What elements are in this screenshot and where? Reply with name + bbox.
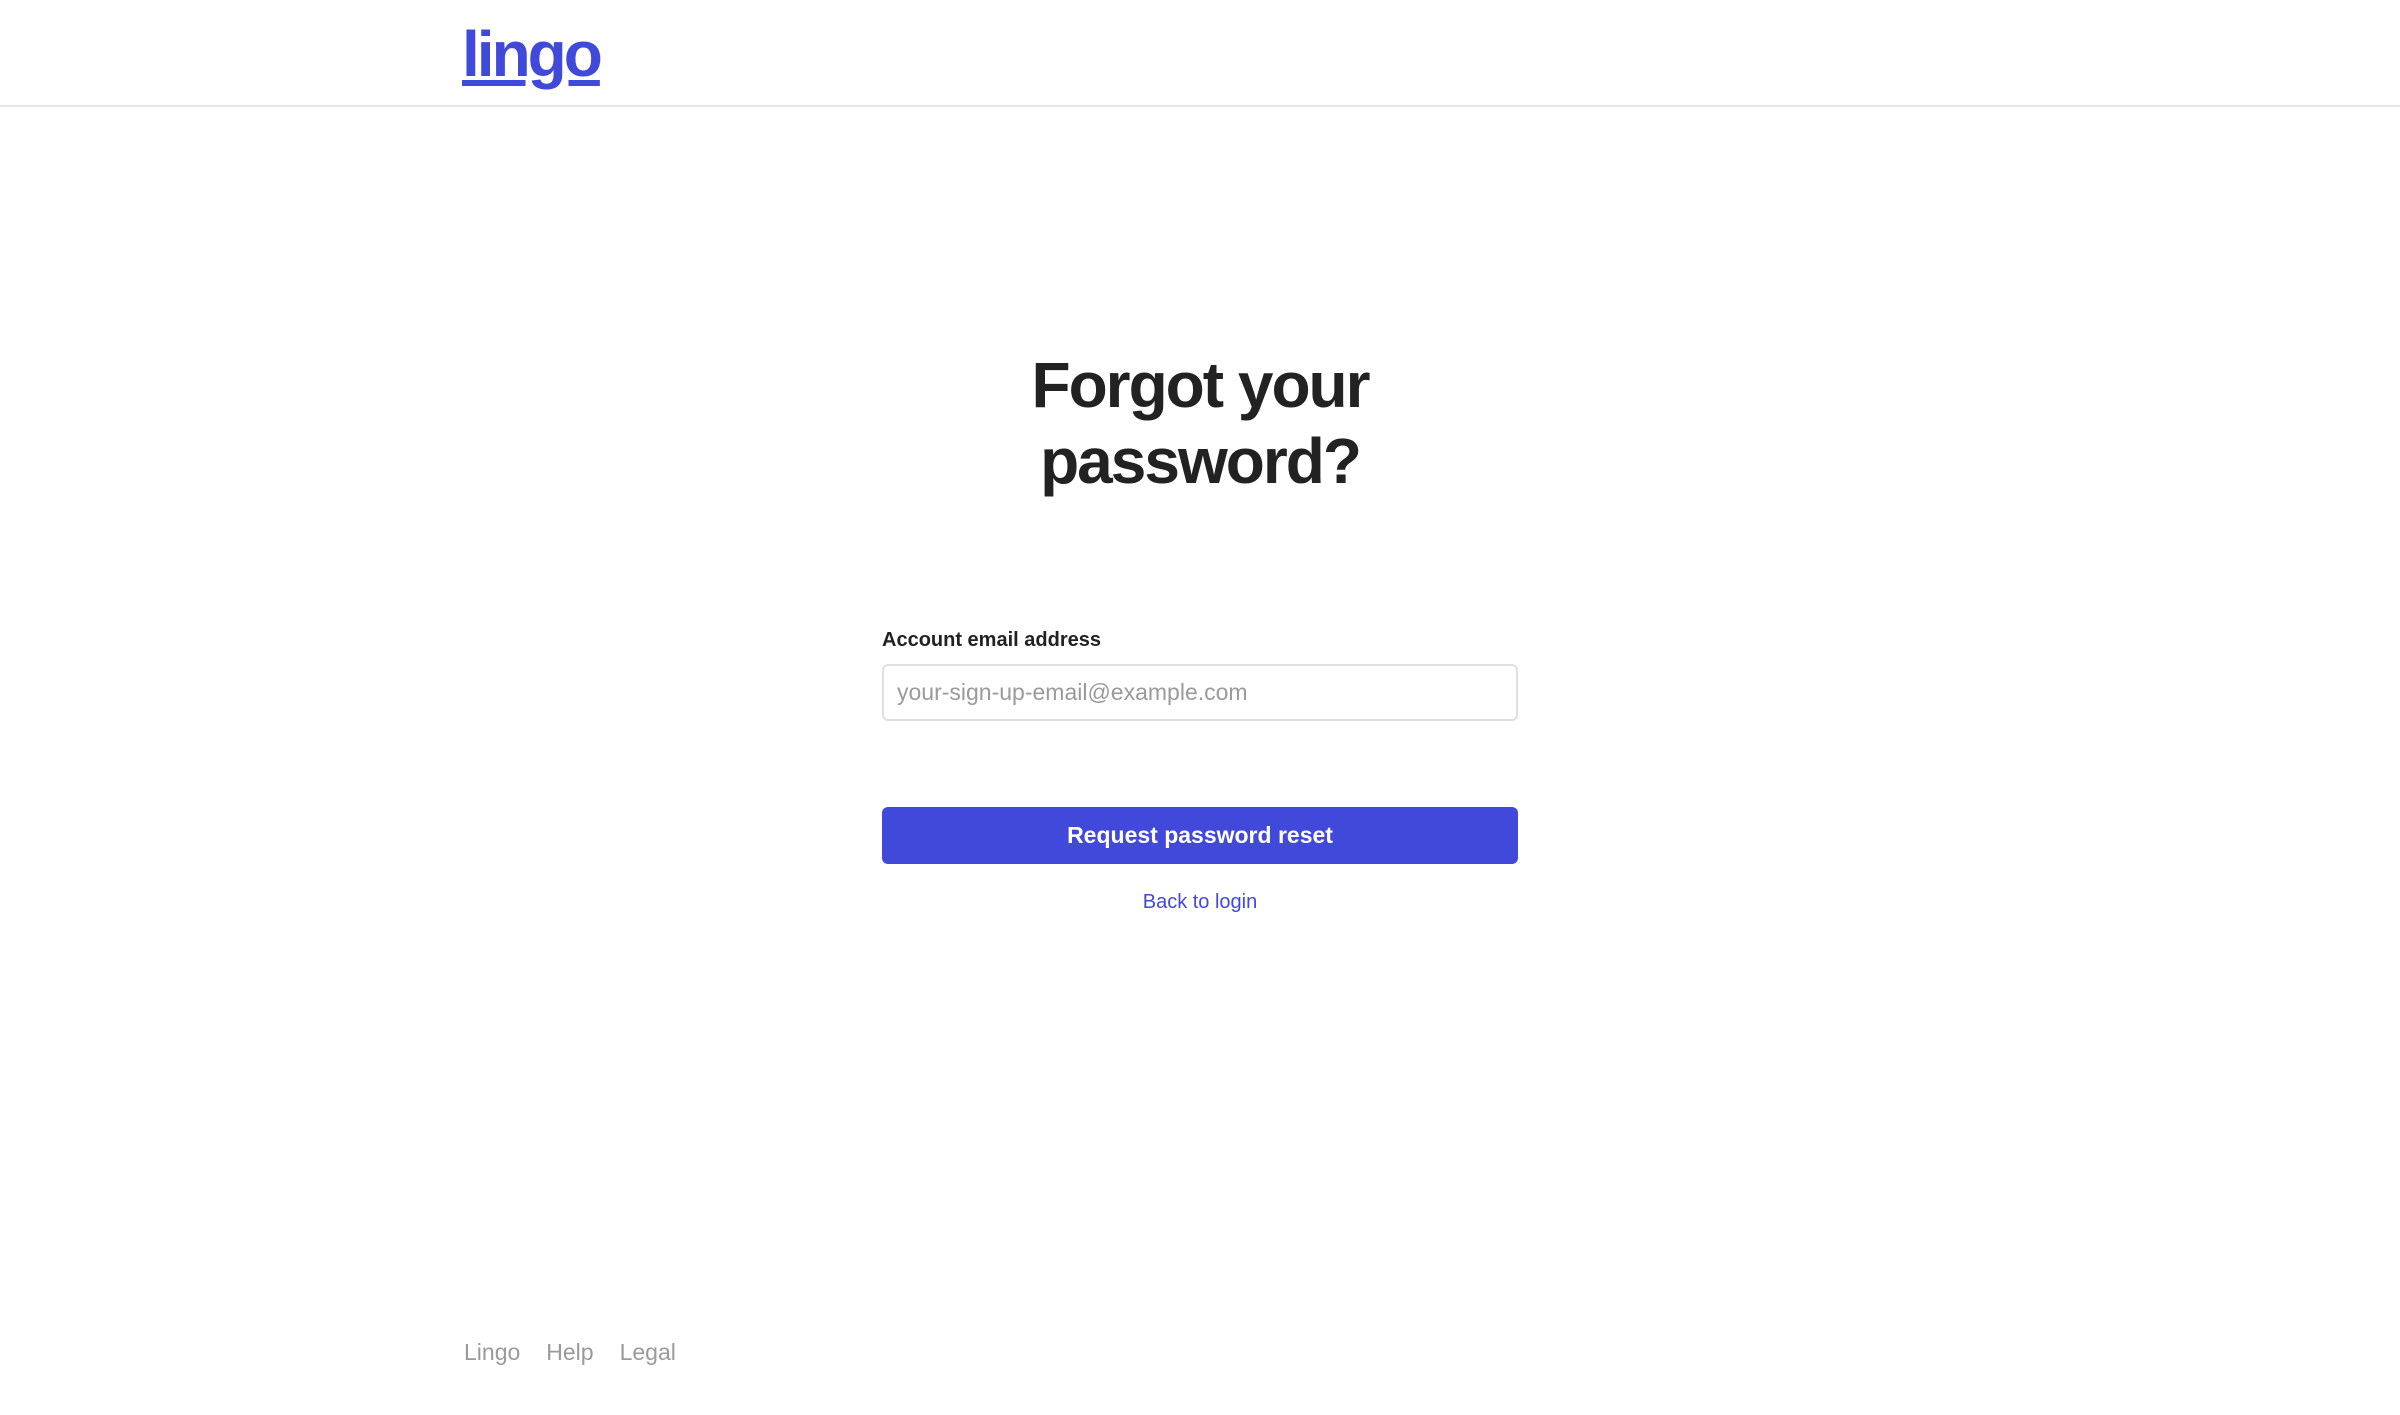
password-reset-form: Account email address Request password r… <box>882 626 1518 913</box>
email-field-label: Account email address <box>882 629 1101 651</box>
page-title: Forgot your password? <box>900 347 1500 499</box>
footer-link-legal[interactable]: Legal <box>620 1336 676 1368</box>
main-content: Forgot your password? Account email addr… <box>0 109 2400 1309</box>
footer-link-help[interactable]: Help <box>546 1336 593 1368</box>
lingo-logo[interactable]: lingo <box>462 18 603 90</box>
back-to-login-link[interactable]: Back to login <box>882 888 1518 916</box>
request-password-reset-button[interactable]: Request password reset <box>882 807 1518 864</box>
page-title-line-2: password? <box>1040 425 1362 497</box>
top-header: lingo <box>0 0 2400 107</box>
email-input[interactable] <box>882 664 1518 721</box>
page-title-line-1: Forgot your <box>1031 349 1370 421</box>
footer: Lingo Help Legal <box>464 1336 676 1368</box>
footer-link-lingo[interactable]: Lingo <box>464 1336 520 1368</box>
